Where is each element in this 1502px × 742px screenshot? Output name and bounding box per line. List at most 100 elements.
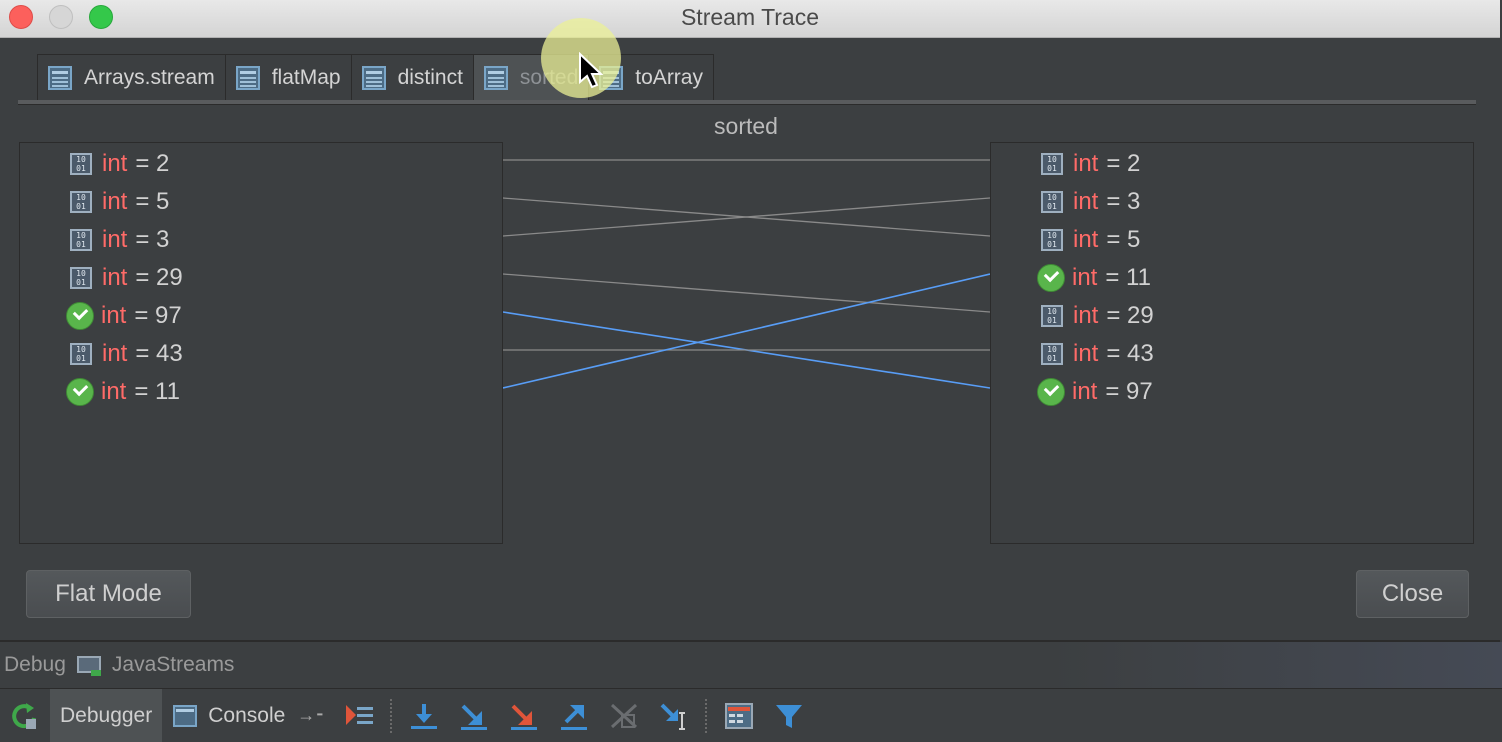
output-values-panel[interactable]: 10 01 int = 2 10 01 int = 3 10 01 int = 5 int = 11 10 0… — [990, 142, 1474, 544]
value-text: = 43 — [1106, 340, 1154, 367]
tab-label: distinct — [397, 65, 463, 89]
binary-icon: 10 01 — [70, 343, 92, 365]
console-icon — [173, 704, 198, 727]
value-row[interactable]: 10 01 int = 43 — [1037, 335, 1154, 373]
debug-toolbar: Debugger Console →⁃ — [0, 689, 1502, 742]
value-row[interactable]: 10 01 int = 3 — [1037, 183, 1140, 221]
value-type: int — [102, 264, 128, 291]
binary-icon: 10 01 — [1041, 343, 1063, 365]
stream-step-icon — [48, 65, 72, 90]
tab-arrays-stream[interactable]: Arrays.stream — [37, 54, 226, 100]
value-row[interactable]: 10 01 int = 2 — [66, 145, 169, 183]
value-type: int — [1073, 188, 1099, 215]
value-row[interactable]: int = 11 — [66, 373, 180, 411]
mapping-line — [503, 273, 990, 389]
show-execution-point-icon[interactable] — [342, 699, 376, 733]
check-icon — [66, 378, 94, 406]
tab-divider — [18, 100, 1476, 105]
value-type: int — [1072, 378, 1098, 405]
close-button[interactable]: Close — [1356, 570, 1469, 618]
stream-step-icon — [361, 65, 386, 90]
check-icon — [1037, 264, 1065, 292]
toolbar-separator — [390, 698, 393, 733]
stream-step-icon — [483, 65, 508, 90]
binary-icon: 10 01 — [70, 267, 92, 289]
value-type: int — [1073, 340, 1099, 367]
value-row[interactable]: 10 01 int = 5 — [1037, 221, 1140, 259]
value-text: = 97 — [134, 302, 182, 329]
value-text: = 5 — [1106, 226, 1141, 253]
section-title: sorted — [714, 113, 778, 139]
tab-label: Arrays.stream — [84, 65, 215, 89]
mouse-cursor-icon — [579, 52, 604, 89]
evaluate-expression-icon[interactable] — [722, 699, 756, 733]
value-type: int — [1073, 226, 1099, 253]
value-text: = 5 — [135, 188, 170, 215]
tab-console[interactable]: Console →⁃ — [162, 689, 334, 742]
debug-label: Debug — [4, 653, 66, 676]
value-type: int — [1073, 302, 1099, 329]
rerun-icon[interactable] — [8, 699, 42, 733]
trace-stream-filter-icon[interactable] — [772, 699, 806, 733]
check-icon — [66, 302, 94, 330]
binary-icon: 10 01 — [1041, 153, 1063, 175]
value-type: int — [102, 188, 128, 215]
step-into-icon[interactable] — [457, 699, 491, 733]
tab-label: toArray — [635, 65, 703, 89]
value-text: = 29 — [135, 264, 183, 291]
value-type: int — [102, 226, 128, 253]
binary-icon: 10 01 — [70, 153, 92, 175]
debug-config-icon — [76, 656, 101, 676]
tab-debugger[interactable]: Debugger — [50, 689, 163, 742]
binary-icon: 10 01 — [1041, 305, 1063, 327]
tab-distinct[interactable]: distinct — [350, 54, 474, 100]
step-over-icon[interactable] — [407, 699, 441, 733]
value-mapping-lines — [503, 159, 990, 389]
value-text: = 97 — [1105, 378, 1153, 405]
mapping-line — [503, 273, 990, 313]
value-type: int — [102, 150, 128, 177]
console-arrow-icon: →⁃ — [297, 705, 325, 725]
value-text: = 2 — [1106, 150, 1141, 177]
flat-mode-button[interactable]: Flat Mode — [26, 570, 191, 618]
value-text: = 11 — [1105, 264, 1151, 291]
value-row[interactable]: 10 01 int = 5 — [66, 183, 169, 221]
value-row[interactable]: int = 97 — [66, 297, 182, 335]
check-icon — [1037, 378, 1065, 406]
drop-frame-icon — [607, 699, 641, 733]
value-type: int — [1073, 150, 1099, 177]
stream-step-icon — [235, 65, 260, 90]
binary-icon: 10 01 — [1041, 229, 1063, 251]
step-out-icon[interactable] — [557, 699, 591, 733]
value-row[interactable]: 10 01 int = 29 — [66, 259, 183, 297]
value-row[interactable]: 10 01 int = 43 — [66, 335, 183, 373]
value-row[interactable]: int = 11 — [1037, 259, 1151, 297]
value-type: int — [1072, 264, 1098, 291]
value-text: = 3 — [1106, 188, 1141, 215]
tab-console-label: Console — [208, 703, 286, 727]
value-row[interactable]: int = 97 — [1037, 373, 1153, 411]
value-text: = 29 — [1106, 302, 1154, 329]
toolbar-separator — [705, 698, 708, 733]
title-bar: Stream Trace — [0, 0, 1500, 38]
value-type: int — [101, 378, 127, 405]
debug-bar: Debug JavaStreams — [0, 642, 1502, 689]
value-row[interactable]: 10 01 int = 29 — [1037, 297, 1154, 335]
value-text: = 2 — [135, 150, 170, 177]
force-step-into-icon[interactable] — [507, 699, 541, 733]
debug-config-name[interactable]: JavaStreams — [112, 653, 235, 677]
stream-trace-window: Stream Trace Arrays.stream flatMap disti… — [0, 0, 1500, 642]
binary-icon: 10 01 — [70, 229, 92, 251]
binary-icon: 10 01 — [70, 191, 92, 213]
input-values-panel[interactable]: 10 01 int = 2 10 01 int = 5 10 01 int = 3 10 01 int = 2… — [19, 142, 503, 544]
value-text: = 3 — [135, 226, 170, 253]
run-to-cursor-icon[interactable] — [657, 699, 691, 733]
binary-icon: 10 01 — [1041, 191, 1063, 213]
value-row[interactable]: 10 01 int = 3 — [66, 221, 169, 259]
value-row[interactable]: 10 01 int = 2 — [1037, 145, 1140, 183]
value-type: int — [102, 340, 128, 367]
window-title: Stream Trace — [680, 4, 820, 30]
tab-flatmap[interactable]: flatMap — [224, 54, 352, 100]
tab-label: flatMap — [271, 65, 341, 89]
value-text: = 11 — [134, 378, 180, 405]
